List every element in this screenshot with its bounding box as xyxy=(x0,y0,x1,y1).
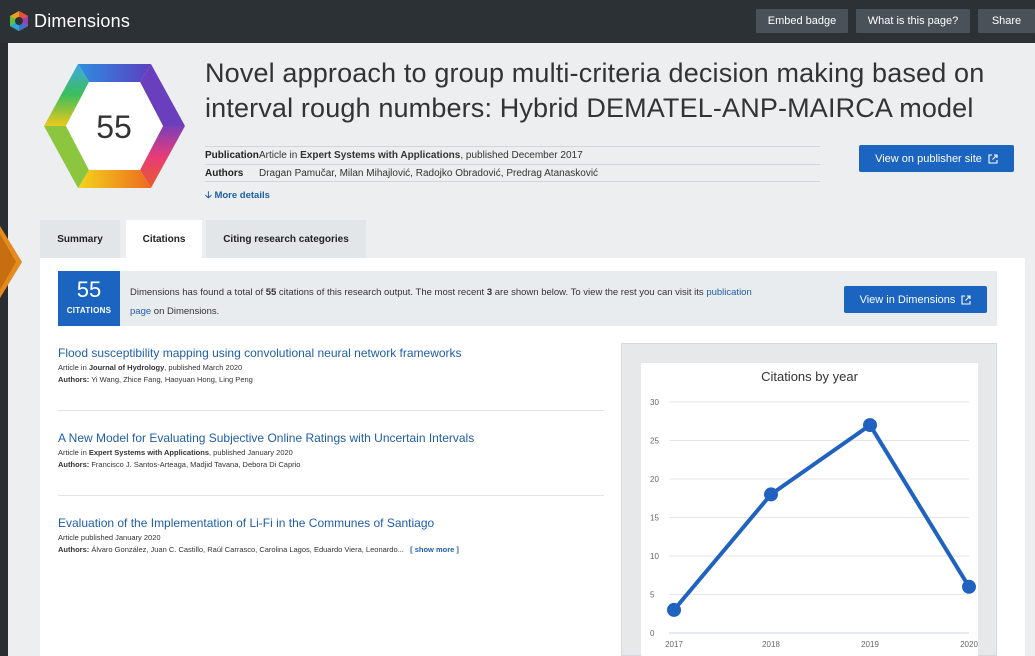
citation-authors: Authors: Yi Wang, Zhice Fang, Haoyuan Ho… xyxy=(58,375,253,384)
divider xyxy=(58,410,604,411)
publication-label: Publication xyxy=(205,150,259,161)
authors-row: Authors Dragan Pamučar, Milan Mihajlović… xyxy=(205,164,820,182)
x-tick-label: 2017 xyxy=(665,640,683,649)
tab-citations[interactable]: Citations xyxy=(126,220,202,258)
embed-badge-button[interactable]: Embed badge xyxy=(756,9,848,33)
more-details-link[interactable]: 🡣 More details xyxy=(205,188,270,204)
view-on-publisher-site-button[interactable]: View on publisher site xyxy=(859,145,1014,172)
y-tick-label: 15 xyxy=(650,514,659,523)
x-tick-label: 2018 xyxy=(762,640,780,649)
citations-count-label: CITATIONS xyxy=(66,306,112,315)
data-point[interactable] xyxy=(667,602,681,617)
top-bar: Dimensions Embed badge What is this page… xyxy=(0,0,1035,43)
external-link-icon xyxy=(988,153,998,164)
more-details-label: More details xyxy=(214,190,270,201)
dimensions-logo-icon xyxy=(10,11,28,31)
share-button[interactable]: Share xyxy=(978,9,1035,33)
left-strip xyxy=(0,43,8,656)
publication-row: Publication Article in Expert Systems wi… xyxy=(205,146,820,164)
publication-page-link[interactable]: publication xyxy=(706,287,751,298)
tab-citing-research-categories[interactable]: Citing research categories xyxy=(206,220,366,258)
tab-summary[interactable]: Summary xyxy=(40,220,120,258)
y-tick-label: 0 xyxy=(650,629,655,638)
data-point[interactable] xyxy=(962,579,976,594)
citation-authors: Authors: Francisco J. Santos-Arteaga, Ma… xyxy=(58,460,301,469)
citation-title[interactable]: Flood susceptibility mapping using convo… xyxy=(58,346,608,361)
citation-title[interactable]: A New Model for Evaluating Subjective On… xyxy=(58,431,608,446)
y-tick-label: 25 xyxy=(650,437,659,446)
data-point[interactable] xyxy=(863,418,877,433)
citation-item: Flood susceptibility mapping using convo… xyxy=(58,346,608,385)
divider xyxy=(58,495,604,496)
article-title: Novel approach to group multi-criteria d… xyxy=(205,56,1025,126)
citation-source: Article in Journal of Hydrology, publish… xyxy=(58,363,243,372)
data-point[interactable] xyxy=(764,487,778,502)
publication-value: Article in Expert Systems with Applicati… xyxy=(259,150,583,161)
citations-count: 55 xyxy=(76,277,102,302)
y-tick-label: 20 xyxy=(650,475,659,484)
article-meta: Publication Article in Expert Systems wi… xyxy=(205,146,820,182)
citation-title[interactable]: Evaluation of the Implementation of Li-F… xyxy=(58,516,608,531)
left-arrow-decoration xyxy=(0,226,22,298)
badge-score: 55 xyxy=(96,109,132,145)
citations-info-text: Dimensions has found a total of 55 citat… xyxy=(130,287,752,317)
authors-value: Dragan Pamučar, Milan Mihajlović, Radojk… xyxy=(259,167,599,179)
citations-by-year-chart: 0 5 10 15 20 25 30 2017 2018 2019 2020 xyxy=(650,398,978,649)
citation-item: A New Model for Evaluating Subjective On… xyxy=(58,431,608,470)
citation-badge: 55 xyxy=(44,64,185,188)
show-more-link[interactable]: [ show more ] xyxy=(410,545,459,554)
publication-journal: Expert Systems with Applications xyxy=(300,150,461,161)
x-tick-label: 2019 xyxy=(861,640,879,649)
citations-count-box: 55 CITATIONS xyxy=(58,271,120,326)
x-tick-label: 2020 xyxy=(960,640,978,649)
view-in-dimensions-button[interactable]: View in Dimensions xyxy=(844,286,987,313)
authors-label: Authors xyxy=(205,167,244,179)
citation-authors: Authors: Álvaro González, Juan C. Castil… xyxy=(58,545,459,554)
y-tick-label: 10 xyxy=(650,552,659,561)
logo[interactable]: Dimensions xyxy=(8,10,130,32)
citation-source: Article published January 2020 xyxy=(58,533,161,542)
citation-item: Evaluation of the Implementation of Li-F… xyxy=(58,516,608,555)
view-in-dimensions-label: View in Dimensions xyxy=(859,293,956,306)
external-link-icon xyxy=(961,294,971,305)
app-name: Dimensions xyxy=(34,10,131,31)
publication-page-link-2[interactable]: page xyxy=(130,306,151,317)
article-title-line-1: Novel approach to group multi-criteria d… xyxy=(205,58,985,88)
view-on-publisher-site-label: View on publisher site xyxy=(875,152,982,165)
arrow-down-icon: 🡣 xyxy=(205,190,212,201)
article-title-line-2: interval rough numbers: Hybrid DEMATEL-A… xyxy=(205,93,974,123)
y-tick-label: 30 xyxy=(650,398,659,407)
citation-source: Article in Expert Systems with Applicati… xyxy=(58,448,293,457)
y-tick-label: 5 xyxy=(650,591,655,600)
what-is-this-page-button[interactable]: What is this page? xyxy=(856,9,970,33)
